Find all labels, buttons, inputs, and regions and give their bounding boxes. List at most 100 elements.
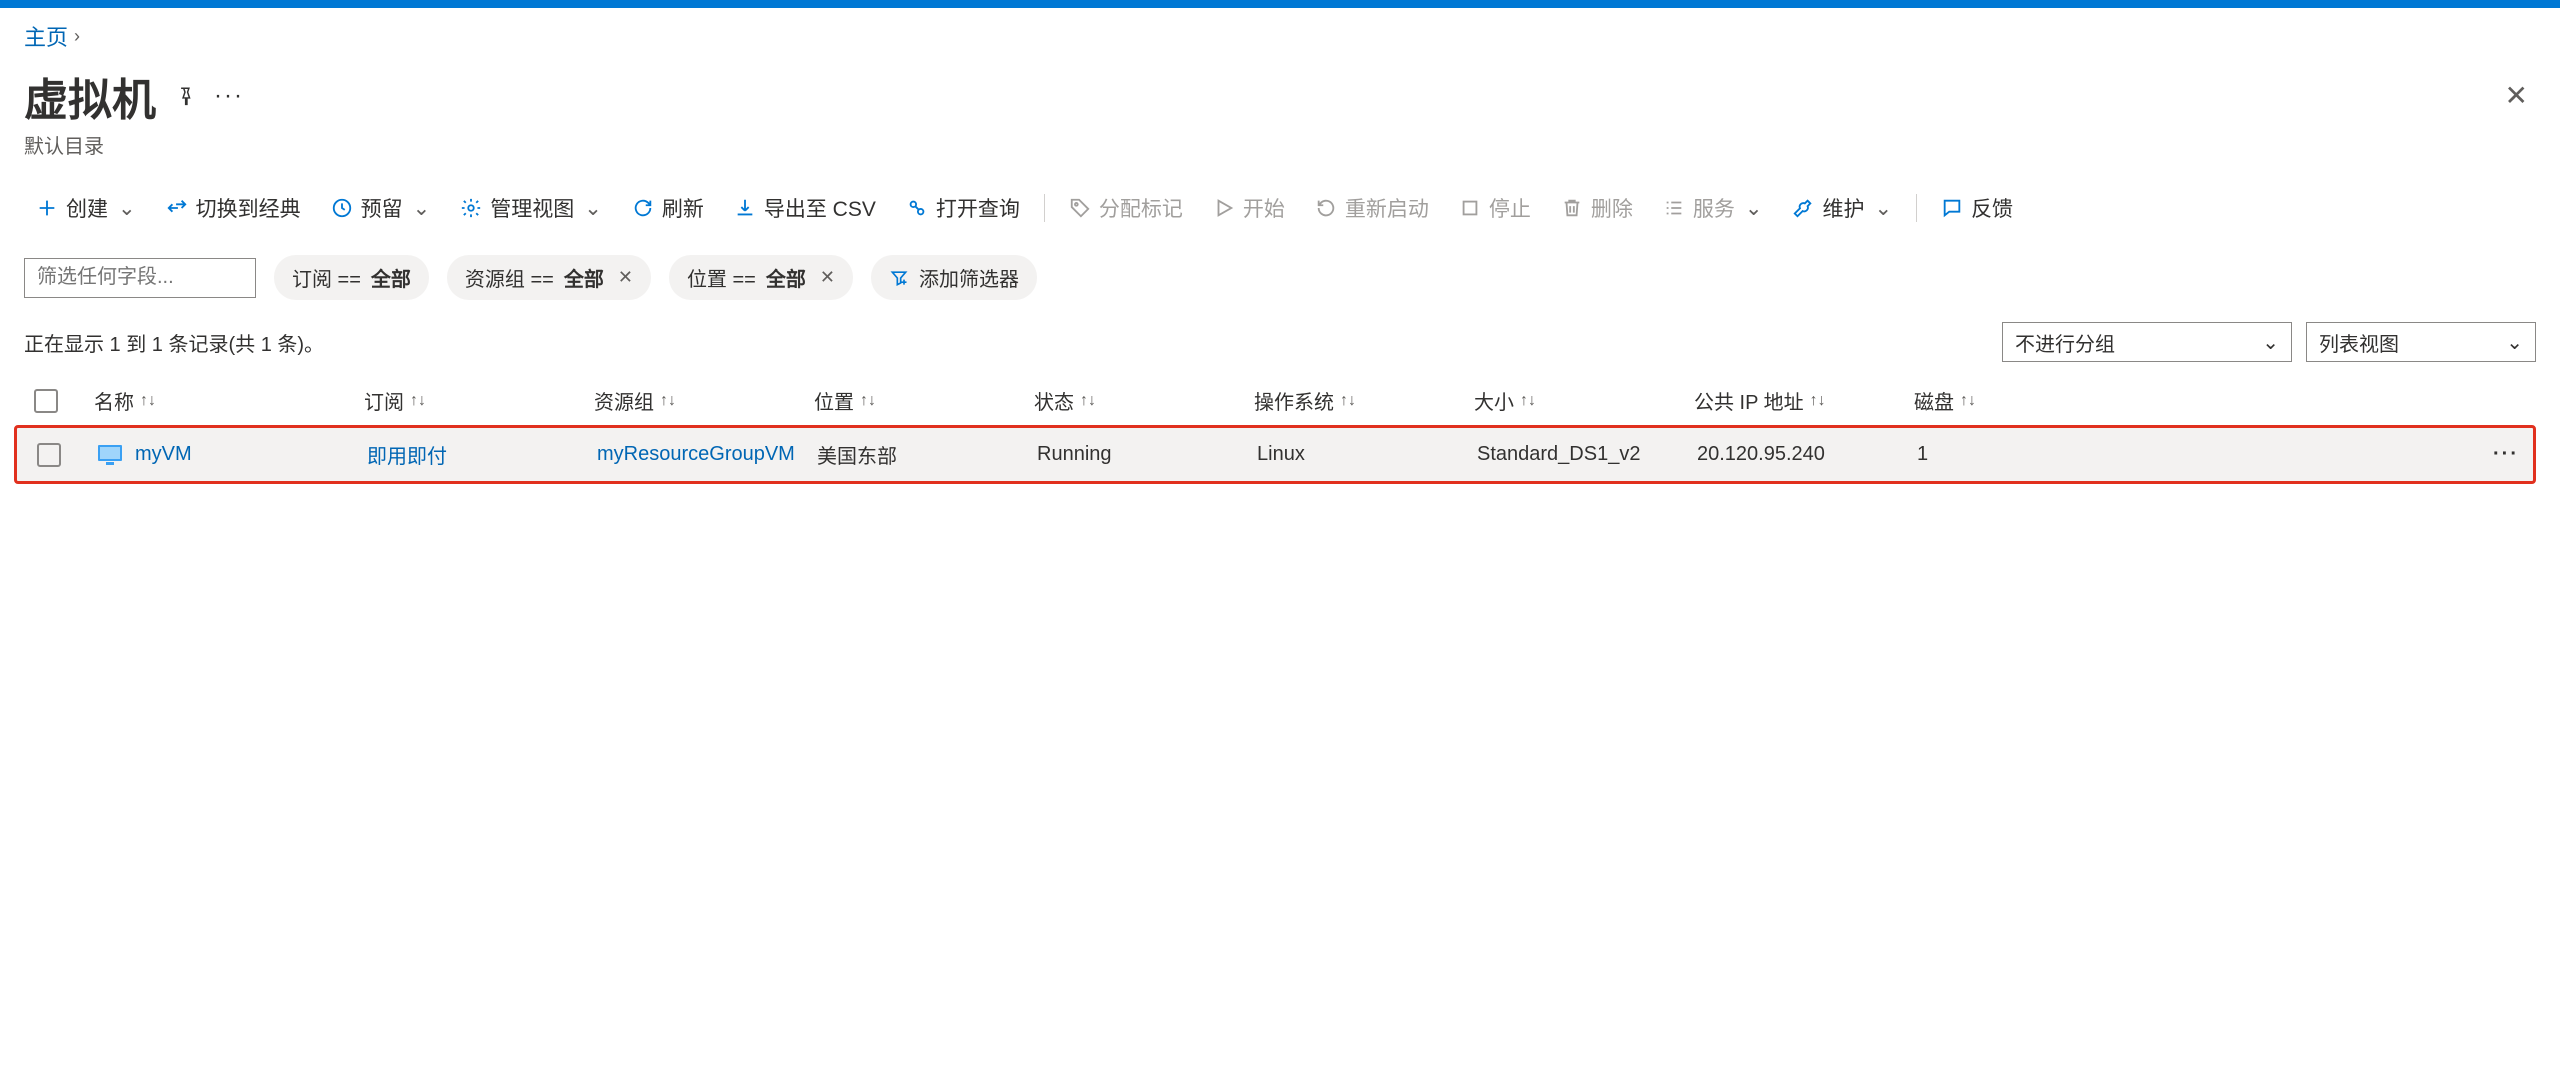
feedback-label: 反馈 bbox=[1971, 193, 2013, 223]
reserve-button[interactable]: 预留 ⌄ bbox=[319, 187, 443, 229]
breadcrumb-separator: › bbox=[74, 26, 80, 47]
add-filter-label: 添加筛选器 bbox=[919, 263, 1019, 292]
wrench-icon bbox=[1792, 197, 1814, 219]
view-mode-value: 列表视图 bbox=[2319, 328, 2399, 357]
filter-pill-value: 全部 bbox=[371, 263, 411, 292]
filter-pill-location[interactable]: 位置 == 全部 ✕ bbox=[669, 255, 853, 300]
create-button[interactable]: 创建 ⌄ bbox=[24, 187, 148, 229]
delete-button[interactable]: 删除 bbox=[1549, 187, 1645, 229]
filter-pill-value: 全部 bbox=[564, 263, 604, 292]
manage-view-label: 管理视图 bbox=[490, 193, 574, 223]
start-button[interactable]: 开始 bbox=[1201, 187, 1297, 229]
col-os[interactable]: 操作系统↑↓ bbox=[1254, 386, 1474, 415]
close-button[interactable]: ✕ bbox=[2497, 74, 2536, 118]
gear-icon bbox=[460, 197, 482, 219]
breadcrumb: 主页 › bbox=[24, 8, 2536, 60]
filter-pill-resourcegroup[interactable]: 资源组 == 全部 ✕ bbox=[447, 255, 651, 300]
result-count-text: 正在显示 1 到 1 条记录(共 1 条)。 bbox=[24, 328, 324, 357]
more-icon[interactable]: ··· bbox=[214, 82, 244, 110]
refresh-icon bbox=[632, 197, 654, 219]
group-by-dropdown[interactable]: 不进行分组 ⌄ bbox=[2002, 322, 2292, 362]
add-filter-icon bbox=[889, 268, 909, 288]
stop-icon bbox=[1459, 197, 1481, 219]
chevron-down-icon: ⌄ bbox=[584, 196, 602, 221]
filter-pill-prefix: 订阅 == bbox=[292, 263, 361, 292]
remove-filter-icon[interactable]: ✕ bbox=[618, 267, 633, 288]
restart-label: 重新启动 bbox=[1345, 193, 1429, 223]
row-more-button[interactable]: ··· bbox=[2493, 443, 2533, 466]
remove-filter-icon[interactable]: ✕ bbox=[820, 267, 835, 288]
restart-button[interactable]: 重新启动 bbox=[1303, 187, 1441, 229]
vm-name-link[interactable]: myVM bbox=[135, 443, 192, 466]
col-publicip[interactable]: 公共 IP 地址↑↓ bbox=[1694, 386, 1914, 415]
breadcrumb-home[interactable]: 主页 bbox=[24, 20, 68, 52]
page-title: 虚拟机 bbox=[24, 64, 156, 128]
select-all-checkbox[interactable] bbox=[34, 389, 58, 413]
sort-icon: ↑↓ bbox=[860, 392, 876, 410]
assign-tags-label: 分配标记 bbox=[1099, 193, 1183, 223]
col-name[interactable]: 名称↑↓ bbox=[94, 386, 364, 415]
export-csv-button[interactable]: 导出至 CSV bbox=[722, 187, 888, 229]
table-header-row: 名称↑↓ 订阅↑↓ 资源组↑↓ 位置↑↓ 状态↑↓ 操作系统↑↓ 大小↑↓ 公共… bbox=[24, 376, 2536, 425]
query-icon bbox=[906, 197, 928, 219]
row-checkbox[interactable] bbox=[37, 443, 61, 467]
command-bar: 创建 ⌄ 切换到经典 预留 ⌄ 管理视图 ⌄ bbox=[24, 159, 2536, 237]
chevron-down-icon: ⌄ bbox=[2506, 330, 2523, 355]
manage-view-button[interactable]: 管理视图 ⌄ bbox=[448, 187, 614, 229]
col-resourcegroup[interactable]: 资源组↑↓ bbox=[594, 386, 814, 415]
refresh-button[interactable]: 刷新 bbox=[620, 187, 716, 229]
view-mode-dropdown[interactable]: 列表视图 ⌄ bbox=[2306, 322, 2536, 362]
sort-icon: ↑↓ bbox=[140, 392, 156, 410]
chevron-down-icon: ⌄ bbox=[413, 196, 431, 221]
filter-input[interactable] bbox=[24, 258, 256, 298]
chevron-down-icon: ⌄ bbox=[1874, 196, 1892, 221]
feedback-button[interactable]: 反馈 bbox=[1929, 187, 2025, 229]
sort-icon: ↑↓ bbox=[410, 392, 426, 410]
stop-label: 停止 bbox=[1489, 193, 1531, 223]
col-size[interactable]: 大小↑↓ bbox=[1474, 386, 1694, 415]
export-csv-label: 导出至 CSV bbox=[764, 193, 876, 223]
feedback-icon bbox=[1941, 197, 1963, 219]
toolbar-separator bbox=[1044, 194, 1045, 222]
filter-pill-prefix: 资源组 == bbox=[465, 263, 554, 292]
delete-label: 删除 bbox=[1591, 193, 1633, 223]
pin-icon[interactable] bbox=[174, 85, 196, 107]
services-button[interactable]: 服务 ⌄ bbox=[1651, 187, 1775, 229]
col-location[interactable]: 位置↑↓ bbox=[814, 386, 1034, 415]
maintenance-button[interactable]: 维护 ⌄ bbox=[1780, 187, 1904, 229]
tag-icon bbox=[1069, 197, 1091, 219]
page-header: 虚拟机 ··· ✕ bbox=[24, 60, 2536, 128]
add-filter-button[interactable]: 添加筛选器 bbox=[871, 255, 1037, 300]
stop-button[interactable]: 停止 bbox=[1447, 187, 1543, 229]
chevron-down-icon: ⌄ bbox=[118, 196, 136, 221]
refresh-label: 刷新 bbox=[662, 193, 704, 223]
assign-tags-button[interactable]: 分配标记 bbox=[1057, 187, 1195, 229]
sort-icon: ↑↓ bbox=[660, 392, 676, 410]
cell-publicip: 20.120.95.240 bbox=[1697, 443, 1917, 466]
filter-pill-subscription[interactable]: 订阅 == 全部 bbox=[274, 255, 429, 300]
chevron-down-icon: ⌄ bbox=[2262, 330, 2279, 355]
start-label: 开始 bbox=[1243, 193, 1285, 223]
list-icon bbox=[1663, 197, 1685, 219]
cell-location: 美国东部 bbox=[817, 440, 1037, 469]
play-icon bbox=[1213, 197, 1235, 219]
sort-icon: ↑↓ bbox=[1080, 392, 1096, 410]
swap-icon bbox=[166, 197, 188, 219]
col-disks[interactable]: 磁盘↑↓ bbox=[1914, 386, 2134, 415]
cell-os: Linux bbox=[1257, 443, 1477, 466]
open-query-label: 打开查询 bbox=[936, 193, 1020, 223]
trash-icon bbox=[1561, 197, 1583, 219]
cell-status: Running bbox=[1037, 443, 1257, 466]
sort-icon: ↑↓ bbox=[1340, 392, 1356, 410]
reserve-label: 预留 bbox=[361, 193, 403, 223]
switch-classic-button[interactable]: 切换到经典 bbox=[154, 187, 313, 229]
table-row[interactable]: myVM 即用即付 myResourceGroupVM 美国东部 Running… bbox=[14, 425, 2536, 484]
resourcegroup-link[interactable]: myResourceGroupVM bbox=[597, 443, 795, 466]
col-subscription[interactable]: 订阅↑↓ bbox=[364, 386, 594, 415]
services-label: 服务 bbox=[1693, 193, 1735, 223]
cell-size: Standard_DS1_v2 bbox=[1477, 443, 1697, 466]
col-status[interactable]: 状态↑↓ bbox=[1034, 386, 1254, 415]
open-query-button[interactable]: 打开查询 bbox=[894, 187, 1032, 229]
filter-bar: 订阅 == 全部 资源组 == 全部 ✕ 位置 == 全部 ✕ 添加筛选器 bbox=[24, 237, 2536, 304]
subscription-link[interactable]: 即用即付 bbox=[367, 440, 447, 469]
